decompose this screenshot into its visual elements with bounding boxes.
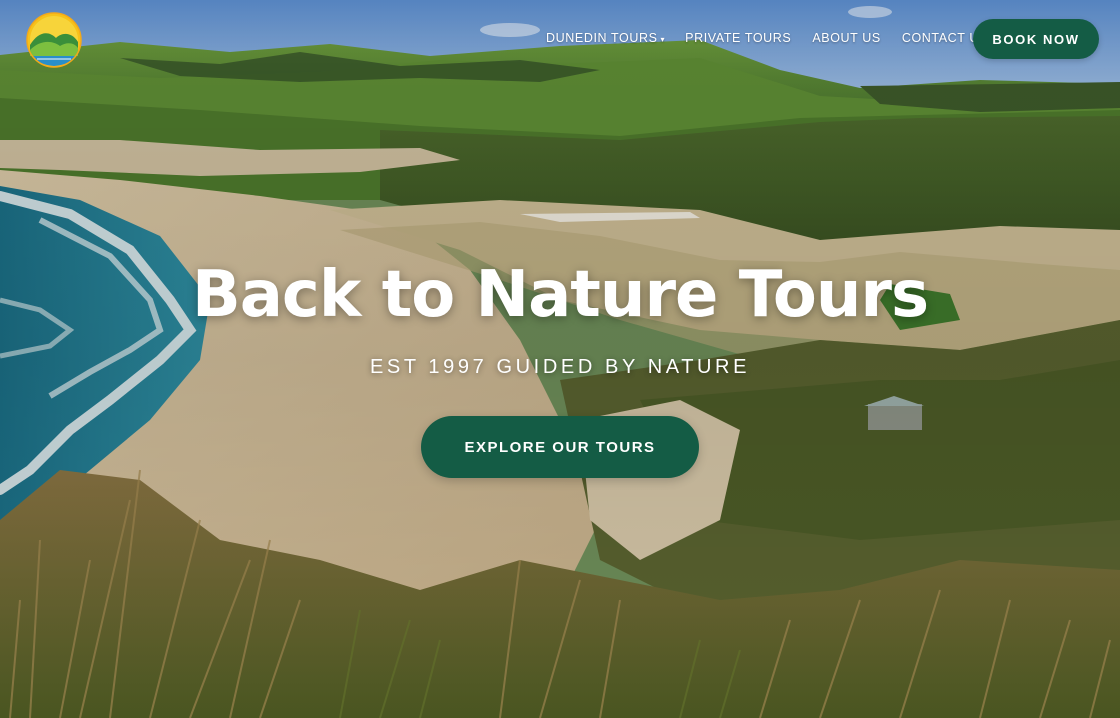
nav-private-tours[interactable]: PRIVATE TOURS [685, 31, 791, 45]
hero-section: DUNEDIN TOURS ▾ PRIVATE TOURS ABOUT US C… [0, 0, 1120, 718]
nav-private-tours-label: PRIVATE TOURS [685, 31, 792, 45]
hero-subtitle: EST 1997 GUIDED BY NATURE [369, 356, 751, 378]
book-now-button[interactable]: BOOK NOW [973, 19, 1099, 59]
nav-dunedin-tours-label: DUNEDIN TOURS [546, 31, 658, 45]
nav-about-us[interactable]: ABOUT US [812, 31, 880, 45]
explore-tours-button[interactable]: EXPLORE OUR TOURS [421, 416, 699, 478]
sun-over-hills-logo-icon[interactable] [26, 12, 82, 68]
site-header: DUNEDIN TOURS ▾ PRIVATE TOURS ABOUT US C… [0, 0, 1120, 80]
hero-title: Back to Nature Tours [191, 258, 929, 332]
nav-about-us-label: ABOUT US [812, 31, 881, 45]
main-navigation: DUNEDIN TOURS ▾ PRIVATE TOURS ABOUT US C… [546, 31, 988, 45]
nav-dunedin-tours[interactable]: DUNEDIN TOURS ▾ [546, 31, 665, 45]
chevron-down-icon: ▾ [660, 35, 666, 44]
